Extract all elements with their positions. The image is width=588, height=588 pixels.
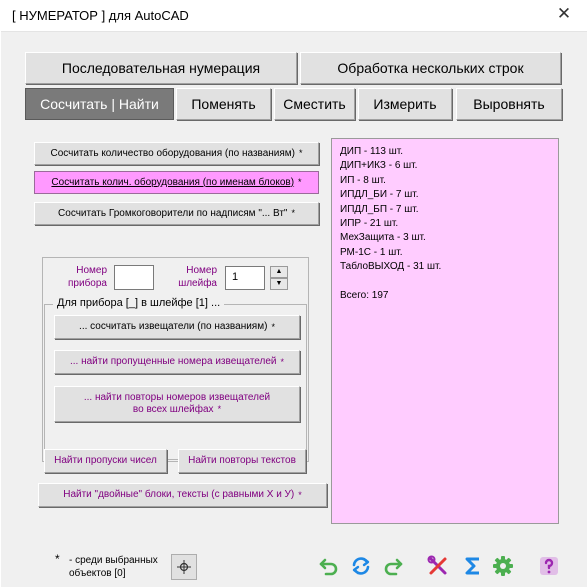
result-line: ИПДЛ_БП - 7 шт.: [340, 203, 419, 215]
result-line: РМ-1С - 1 шт.: [340, 246, 403, 258]
find-text-repeats-button[interactable]: Найти повторы текстов: [178, 449, 306, 473]
tab-replace[interactable]: Поменять: [176, 88, 271, 120]
tools-icon[interactable]: [426, 554, 450, 578]
marker-asterisk: *: [217, 404, 222, 414]
device-number-input[interactable]: [114, 265, 154, 290]
marker-asterisk: *: [271, 321, 275, 332]
device-group-legend: Для прибора [_] в шлейфе [1] ...: [53, 297, 225, 309]
find-number-gaps-button[interactable]: Найти пропуски чисел: [44, 449, 167, 473]
count-speakers-button[interactable]: Сосчитать Громкоговорители по надписям "…: [34, 202, 319, 225]
count-by-blocks-button[interactable]: Сосчитать колич. оборудования (по именам…: [34, 171, 319, 194]
loop-number-spinner[interactable]: ▲ ▼: [270, 266, 288, 290]
undo-icon[interactable]: [317, 554, 341, 578]
result-line: ТаблоВЫХОД - 31 шт.: [340, 261, 442, 273]
loop-number-label: Номер шлейфа: [167, 265, 217, 290]
result-panel[interactable]: ДИП - 113 шт. ДИП+ИКЗ - 6 шт. ИП - 8 шт.…: [331, 138, 559, 524]
loop-number-input[interactable]: 1: [225, 266, 265, 290]
spin-down-icon[interactable]: ▼: [270, 278, 288, 290]
spin-up-icon[interactable]: ▲: [270, 266, 288, 278]
device-number-label-line1: Номер: [76, 265, 107, 276]
result-total: Всего: 197: [340, 289, 389, 301]
footnote-asterisk: *: [55, 552, 60, 566]
result-line: [340, 275, 550, 289]
sigma-icon[interactable]: [461, 554, 485, 578]
redo-icon[interactable]: [381, 554, 405, 578]
marker-asterisk: *: [298, 177, 302, 188]
tab-measure[interactable]: Измерить: [358, 88, 452, 120]
footnote-line1: - среди выбранных: [69, 555, 158, 566]
window-title: [ НУМЕРАТОР ] для AutoCAD: [12, 8, 189, 23]
marker-asterisk: *: [291, 208, 295, 219]
tab-multiline-processing[interactable]: Обработка нескольких строк: [300, 52, 561, 84]
device-number-label: Номер прибора: [57, 265, 107, 290]
result-line: ДИП+ИКЗ - 6 шт.: [340, 160, 418, 172]
count-by-blocks-label: Сосчитать колич. оборудования (по именам…: [51, 176, 295, 188]
gear-icon[interactable]: [491, 554, 515, 578]
crosshair-icon[interactable]: [171, 554, 197, 580]
count-by-names-button[interactable]: Сосчитать количество оборудования (по на…: [34, 142, 319, 165]
result-line: ИПР - 21 шт.: [340, 218, 399, 230]
result-line: ДИП - 113 шт.: [340, 146, 404, 157]
title-bar: [ НУМЕРАТОР ] для AutoCAD ✕: [0, 0, 588, 31]
result-line: ИП - 8 шт.: [340, 174, 386, 186]
marker-asterisk: *: [280, 356, 285, 367]
find-repeated-numbers-label-line1: ... найти повторы номеров извещателей: [83, 392, 271, 403]
help-icon[interactable]: [537, 554, 561, 578]
find-missing-numbers-button[interactable]: ... найти пропущенные номера извещателей…: [54, 350, 300, 374]
find-repeated-numbers-line2-text: во всех шлейфах: [132, 404, 214, 415]
find-missing-numbers-label: ... найти пропущенные номера извещателей: [69, 356, 277, 367]
loop-number-label-line1: Номер: [186, 265, 217, 276]
main-panel: Последовательная нумерация Обработка нес…: [1, 31, 587, 587]
count-speakers-label: Сосчитать Громкоговорители по надписям "…: [58, 207, 288, 219]
find-repeated-numbers-label-line2: во всех шлейфах *: [133, 404, 221, 416]
tab-align[interactable]: Выровнять: [456, 88, 562, 120]
marker-asterisk: *: [298, 489, 302, 500]
count-by-names-label: Сосчитать количество оборудования (по на…: [50, 147, 296, 159]
footnote-line2: объектов [0]: [69, 568, 126, 579]
footnote-text: - среди выбранных объектов [0]: [69, 554, 158, 580]
close-icon[interactable]: ✕: [554, 4, 574, 24]
result-line: МехЗащита - 3 шт.: [340, 232, 426, 244]
find-double-blocks-label: Найти "двойные" блоки, тексты (с равными…: [63, 489, 295, 500]
count-detectors-label: ... сосчитать извещатели (по названиям): [79, 321, 268, 332]
tab-shift[interactable]: Сместить: [274, 88, 355, 120]
find-repeated-numbers-button[interactable]: ... найти повторы номеров извещателей во…: [54, 386, 300, 422]
find-double-blocks-button[interactable]: Найти "двойные" блоки, тексты (с равными…: [38, 483, 327, 507]
refresh-icon[interactable]: [349, 554, 373, 578]
loop-number-label-line2: шлейфа: [178, 277, 217, 289]
marker-asterisk: *: [299, 148, 303, 159]
device-number-label-line2: прибора: [68, 277, 107, 289]
result-line: ИПДЛ_БИ - 7 шт.: [340, 189, 419, 201]
count-detectors-button[interactable]: ... сосчитать извещатели (по названиям) …: [54, 315, 300, 339]
tab-sequential-numbering[interactable]: Последовательная нумерация: [25, 52, 297, 84]
tab-count-find[interactable]: Сосчитать | Найти: [25, 88, 174, 120]
